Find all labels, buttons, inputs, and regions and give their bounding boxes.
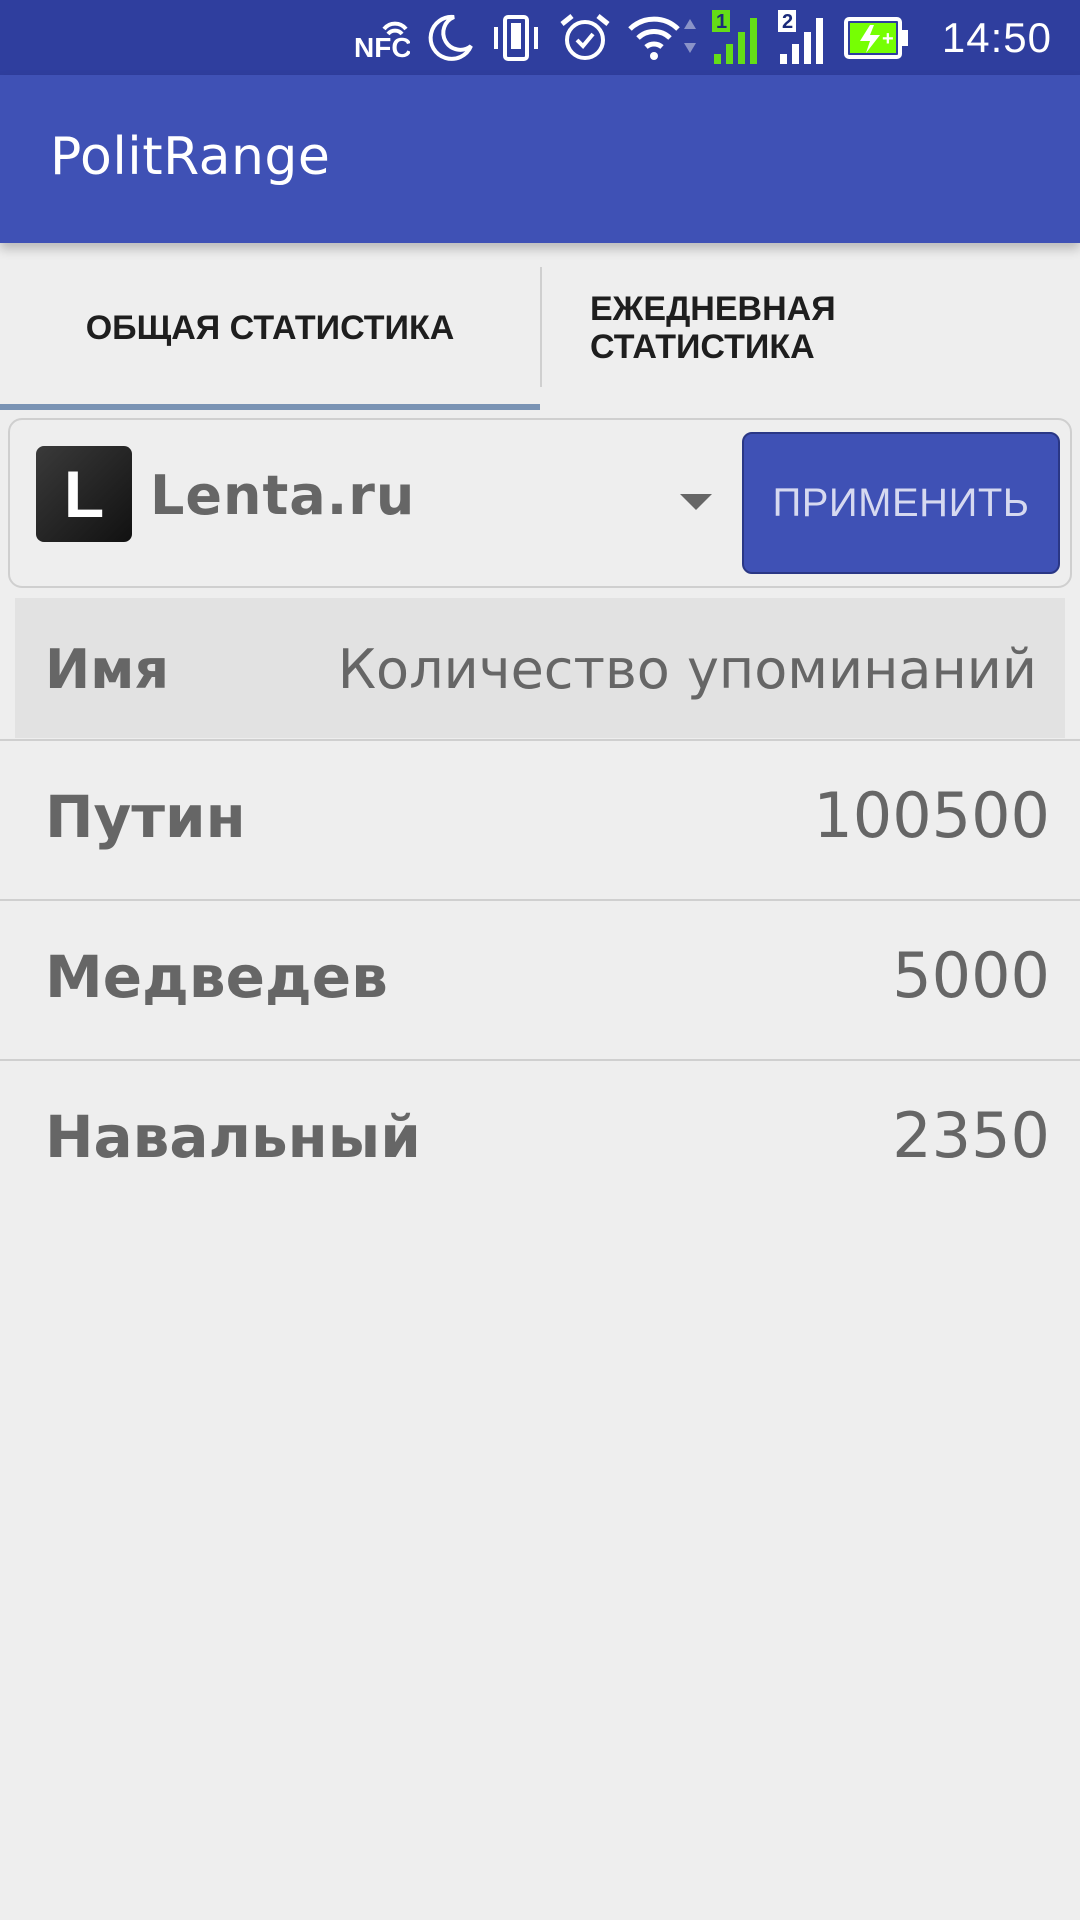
- status-bar: NFC 1 2 + 14:50: [0, 0, 1080, 75]
- source-select-value[interactable]: Lenta.ru: [150, 464, 415, 527]
- sim1-label: 1: [716, 11, 727, 33]
- signal-sim2-icon: 2: [777, 9, 830, 66]
- app-title: PolitRange: [50, 127, 331, 187]
- table-row[interactable]: Навальный 2350: [0, 1061, 1080, 1219]
- row-count: 2350: [892, 1099, 1050, 1172]
- sim2-label: 2: [782, 11, 793, 33]
- row-count: 5000: [892, 939, 1050, 1012]
- tab-daily-statistics-label: ЕЖЕДНЕВНАЯ СТАТИСТИКА: [590, 290, 836, 366]
- column-header-count: Количество упоминаний: [337, 638, 1037, 701]
- chevron-down-icon[interactable]: [680, 494, 712, 510]
- apply-button[interactable]: ПРИМЕНИТЬ: [742, 432, 1060, 574]
- table-body: Путин 100500 Медведев 5000 Навальный 235…: [0, 741, 1080, 1219]
- moon-icon: [424, 13, 474, 63]
- app-bar: PolitRange: [0, 75, 1080, 243]
- row-name: Путин: [45, 783, 246, 851]
- lenta-logo-letter: L: [63, 457, 105, 531]
- signal-sim1-icon: 1: [711, 9, 764, 66]
- wifi-icon: [626, 13, 698, 63]
- source-filter: L Lenta.ru ПРИМЕНИТЬ: [8, 418, 1072, 588]
- status-time: 14:50: [941, 13, 1052, 61]
- table-row[interactable]: Путин 100500: [0, 741, 1080, 901]
- status-icons: NFC 1 2 + 14:50: [354, 0, 1052, 75]
- column-header-name: Имя: [45, 638, 170, 701]
- row-count: 100500: [813, 779, 1050, 852]
- tab-general-statistics[interactable]: ОБЩАЯ СТАТИСТИКА: [0, 243, 540, 413]
- row-name: Навальный: [45, 1103, 421, 1171]
- vibrate-icon: [488, 13, 544, 63]
- tab-selected-indicator: [0, 404, 540, 410]
- nfc-icon-label: NFC: [354, 32, 410, 61]
- lenta-logo: L: [36, 446, 132, 542]
- table-header: Имя Количество упоминаний: [15, 598, 1065, 738]
- svg-text:+: +: [882, 28, 894, 50]
- tab-daily-statistics[interactable]: ЕЖЕДНЕВНАЯ СТАТИСТИКА: [542, 243, 1080, 413]
- alarm-icon: [558, 12, 612, 64]
- battery-charging-icon: +: [843, 15, 910, 61]
- nfc-icon: NFC: [354, 15, 410, 61]
- table-row[interactable]: Медведев 5000: [0, 901, 1080, 1061]
- row-name: Медведев: [45, 943, 388, 1011]
- tab-bar: ОБЩАЯ СТАТИСТИКА ЕЖЕДНЕВНАЯ СТАТИСТИКА: [0, 243, 1080, 413]
- tab-general-statistics-label: ОБЩАЯ СТАТИСТИКА: [85, 308, 455, 347]
